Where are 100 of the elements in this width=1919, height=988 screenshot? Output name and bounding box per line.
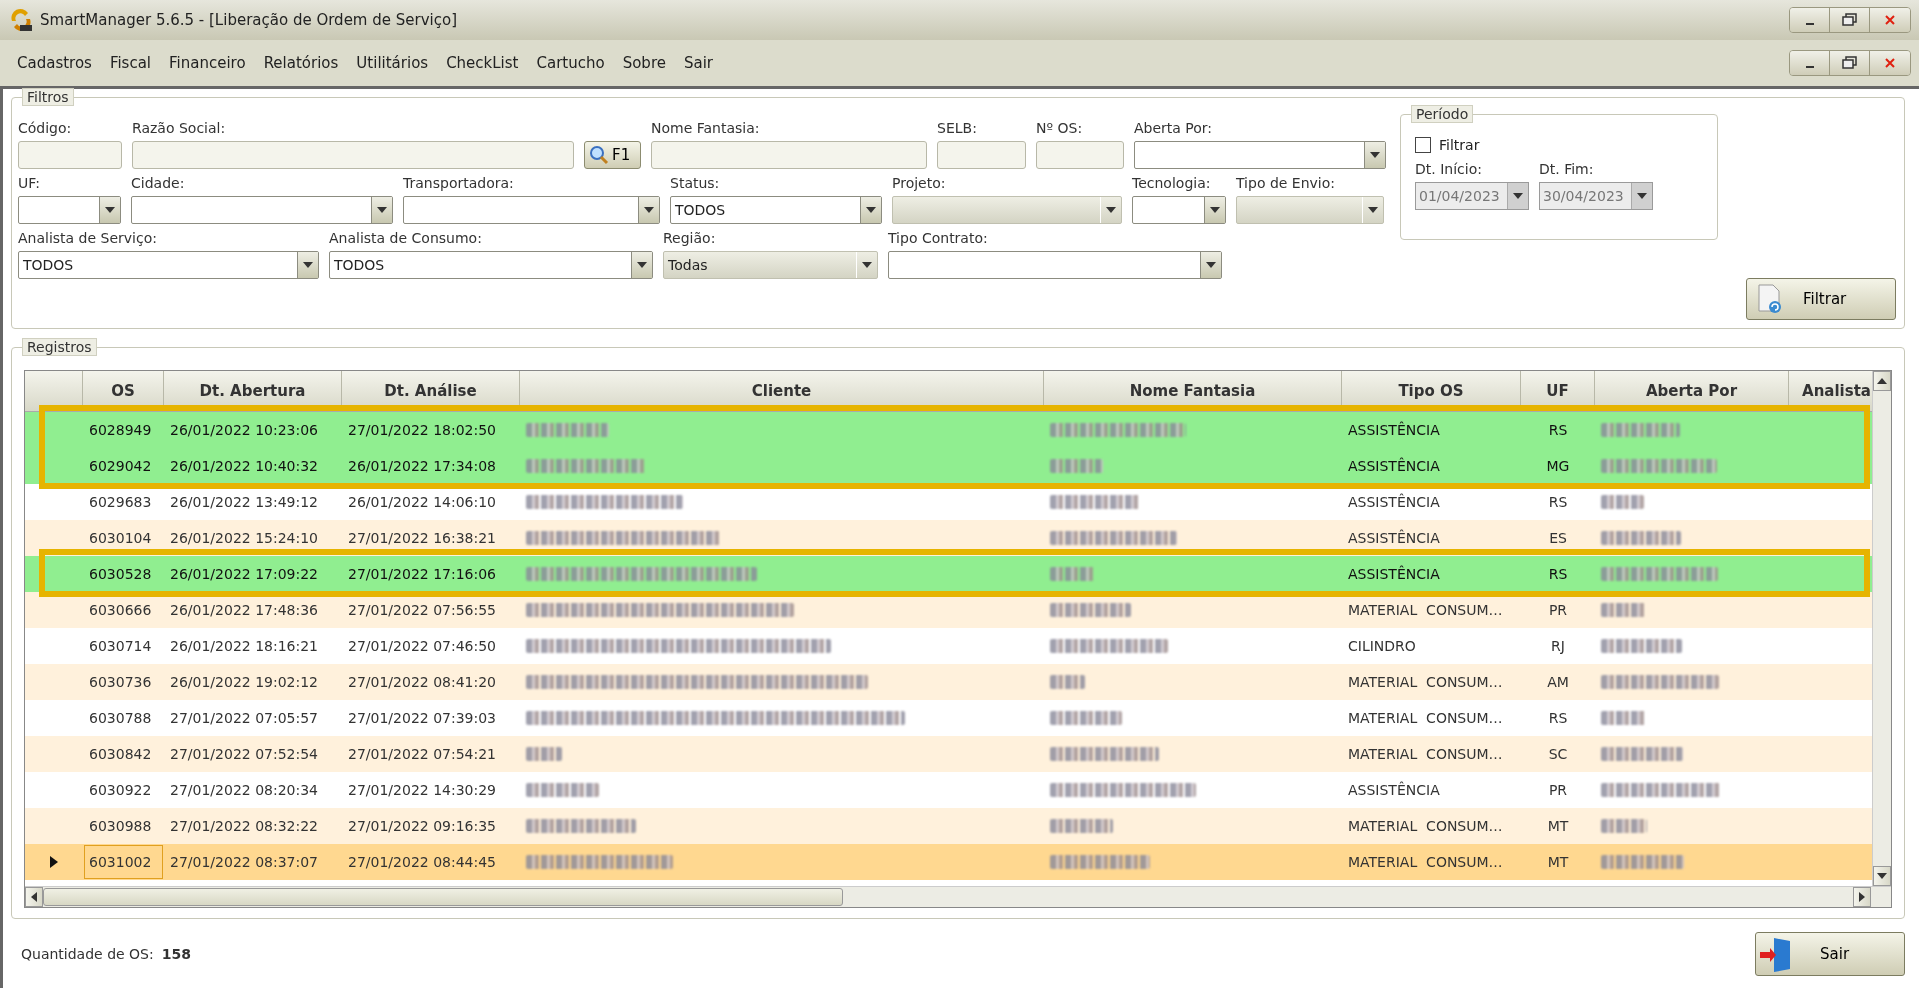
restore-icon [1841,13,1858,27]
table-cell-text: 26/01/2022 15:24:10 [169,529,320,548]
table-cell-text: RS [1547,493,1569,512]
table-cell-text: ES [1548,529,1568,548]
column-header[interactable]: Tipo OS [1342,371,1521,411]
table-cell-text: 26/01/2022 17:48:36 [169,601,320,620]
dropdown[interactable] [1134,141,1386,169]
table-cell-text: 27/01/2022 16:38:21 [347,529,498,548]
scroll-down-button[interactable] [1873,866,1891,886]
dropdown[interactable]: TODOS [329,251,653,279]
menu-item[interactable]: Sair [674,54,722,72]
caret-icon [1370,152,1380,158]
column-header[interactable]: Dt. Abertura [164,371,342,411]
restore-icon [1841,56,1858,70]
caret-icon [1206,262,1216,268]
table-cell-text: 26/01/2022 17:09:22 [169,565,320,584]
field-label: Cidade: [131,175,186,191]
table-row[interactable]: 6031002 27/01/2022 08:37:07 27/01/2022 08:44:45 MATERIAL CONSUM… MT [25,844,1872,880]
table-cell-text: 27/01/2022 14:30:29 [347,781,498,800]
scroll-up-button[interactable] [1873,371,1891,391]
text-field[interactable] [1036,141,1124,169]
pixelated-text [1050,819,1113,833]
table-cell-text: MG [1545,457,1571,476]
table-cell-text: 6030666 [88,601,153,620]
minimize-button[interactable] [1790,8,1830,32]
caret-icon [644,207,654,213]
dropdown[interactable] [1132,196,1226,224]
table-cell-text: RS [1547,565,1569,584]
column-header[interactable]: Cliente [520,371,1044,411]
menu-item[interactable]: Financeiro [160,54,255,72]
table-cell-text: 27/01/2022 09:16:35 [347,817,498,836]
table-cell-text: 6028949 [88,421,153,440]
horizontal-scrollbar[interactable] [25,886,1891,907]
checkbox[interactable] [1415,137,1431,153]
table-cell-text: MATERIAL CONSUM… [1347,853,1504,872]
table-cell-text: CILINDRO [1347,637,1417,656]
menu-item[interactable]: Utilitários [347,54,438,72]
pixelated-text [1050,459,1103,473]
caret-icon [637,262,647,268]
group-title: Período [1411,105,1474,123]
table-cell-text: 6030736 [88,673,153,692]
dropdown[interactable] [131,196,393,224]
exit-button[interactable]: Sair [1755,931,1905,976]
scrollbar-thumb[interactable] [43,888,843,906]
table-row[interactable]: 6030528 26/01/2022 17:09:22 27/01/2022 17:16:06 ASSISTÊNCIA RS [25,556,1872,592]
vertical-scrollbar[interactable] [1872,371,1891,886]
column-header[interactable]: Aberta Por [1595,371,1789,411]
dropdown[interactable] [18,196,121,224]
menu-item[interactable]: Sobre [613,54,675,72]
group-title: Registros [22,338,97,356]
scroll-right-button[interactable] [1853,887,1871,907]
table-cell-text: MATERIAL CONSUM… [1347,817,1504,836]
caret-icon [866,207,876,213]
table-cell-text: 27/01/2022 07:52:54 [169,745,320,764]
scroll-left-button[interactable] [25,887,43,907]
table-row[interactable]: 6030842 27/01/2022 07:52:54 27/01/2022 07:54:21 MATERIAL CONSUM… SC [25,736,1872,772]
close-button[interactable] [1870,8,1910,32]
text-field[interactable] [18,141,122,169]
table-row[interactable]: 6029042 26/01/2022 10:40:32 26/01/2022 17:34:08 ASSISTÊNCIA MG [25,448,1872,484]
window-title: SmartManager 5.6.5 - [Liberação de Ordem de Serviço] [40,11,458,29]
dropdown[interactable] [888,251,1222,279]
table-row[interactable]: 6030988 27/01/2022 08:32:22 27/01/2022 09:16:35 MATERIAL CONSUM… MT [25,808,1872,844]
text-field[interactable] [651,141,927,169]
table-cell-text: 27/01/2022 08:20:34 [169,781,320,800]
column-header[interactable]: UF [1521,371,1595,411]
restore-button[interactable] [1830,8,1870,32]
count-value: 158 [161,945,191,962]
row-pointer-icon [50,856,58,868]
table-row[interactable]: 6028949 26/01/2022 10:23:06 27/01/2022 18:02:50 ASSISTÊNCIA RS [25,412,1872,448]
dropdown[interactable] [403,196,660,224]
table-cell-text: ASSISTÊNCIA [1347,456,1441,476]
dropdown[interactable]: TODOS [18,251,319,279]
menu-item[interactable]: Fiscal [100,54,161,72]
table-cell-text: 27/01/2022 18:02:50 [347,421,498,440]
text-field[interactable] [132,141,574,169]
menu-item[interactable]: CheckList [437,54,528,72]
menu-item[interactable]: Cartucho [527,54,614,72]
table-cell-text: RJ [1550,637,1566,656]
menu-item[interactable]: Cadastros [8,54,101,72]
table-cell-text: 27/01/2022 08:32:22 [169,817,320,836]
document-refresh-icon [1757,284,1783,314]
dropdown[interactable]: TODOS [670,196,882,224]
caret-icon [1637,193,1647,199]
table-cell-text: ASSISTÊNCIA [1347,528,1441,548]
column-header[interactable]: OS [83,371,164,411]
search-button[interactable]: F1 [584,141,641,169]
field-label: Região: [663,230,717,246]
table-cell-text: MT [1546,853,1570,872]
column-header[interactable]: Dt. Análise [342,371,520,411]
minimize-button[interactable] [1790,51,1830,75]
table-cell-text: MATERIAL CONSUM… [1347,745,1504,764]
table-cell-text: 27/01/2022 07:56:55 [347,601,498,620]
close-button[interactable] [1870,51,1910,75]
menu-item[interactable]: Relatórios [254,54,348,72]
table-row[interactable]: 6030736 26/01/2022 19:02:12 27/01/2022 08:41:20 MATERIAL CONSUM… AM [25,664,1872,700]
column-header[interactable]: Nome Fantasia [1044,371,1342,411]
down-arrow-icon [1877,873,1887,879]
text-field[interactable] [937,141,1026,169]
filter-button[interactable]: Filtrar [1746,278,1896,320]
restore-button[interactable] [1830,51,1870,75]
